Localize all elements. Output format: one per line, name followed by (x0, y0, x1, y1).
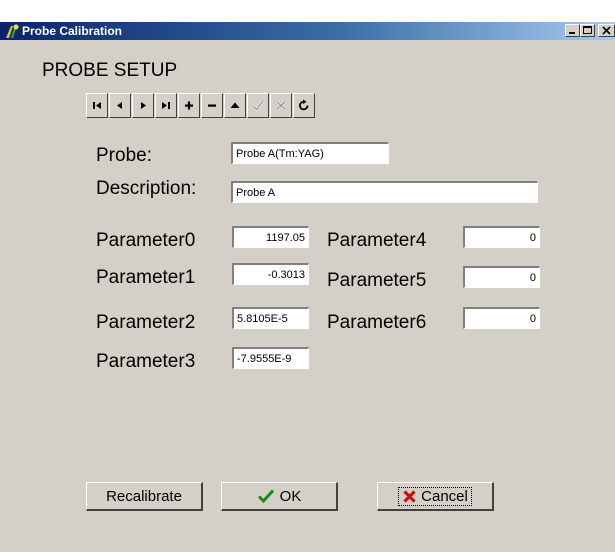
parameter4-label: Parameter4 (327, 230, 427, 251)
parameter2-field[interactable] (232, 307, 309, 329)
first-icon (93, 102, 101, 109)
parameter3-field[interactable] (232, 347, 309, 369)
refresh-button[interactable] (293, 93, 315, 118)
parameter5-label: Parameter5 (327, 270, 427, 291)
probe-label: Probe: (96, 145, 152, 166)
maximize-button[interactable] (580, 24, 595, 37)
next-record-button[interactable] (132, 93, 154, 118)
ok-label: OK (279, 487, 302, 505)
x-icon (403, 489, 416, 503)
edit-record-button[interactable] (224, 93, 246, 118)
ok-button[interactable]: OK (221, 482, 338, 511)
recalibrate-button[interactable]: Recalibrate (86, 482, 203, 511)
prior-record-button[interactable] (109, 93, 131, 118)
post-record-button[interactable] (247, 93, 269, 118)
parameter0-field[interactable] (232, 226, 309, 248)
up-triangle-icon (230, 102, 240, 108)
parameter1-field[interactable] (232, 263, 309, 285)
parameter0-label: Parameter0 (96, 230, 196, 251)
description-field[interactable] (231, 181, 538, 203)
close-button[interactable] (598, 24, 615, 37)
parameter1-label: Parameter1 (96, 267, 196, 288)
parameter6-field[interactable] (463, 307, 540, 329)
first-record-button[interactable] (86, 93, 108, 118)
last-icon (162, 102, 170, 109)
insert-record-button[interactable] (178, 93, 200, 118)
last-record-button[interactable] (155, 93, 177, 118)
parameter6-label: Parameter6 (327, 312, 427, 333)
parameter2-label: Parameter2 (96, 312, 196, 333)
minimize-button[interactable] (565, 24, 580, 37)
plus-icon (185, 101, 193, 110)
db-navigator (86, 93, 316, 118)
window-title: Probe Calibration (22, 24, 123, 38)
cancel-edit-button[interactable] (270, 93, 292, 118)
page-title: PROBE SETUP (42, 60, 178, 81)
focus-ring: Cancel (398, 486, 472, 506)
checkmark-icon (257, 489, 274, 504)
refresh-icon (299, 99, 309, 111)
prior-icon (117, 102, 122, 109)
checkmark-icon (252, 100, 264, 112)
cancel-button[interactable]: Cancel (377, 482, 494, 511)
recalibrate-label: Recalibrate (106, 487, 182, 505)
title-bar[interactable]: Probe Calibration (0, 22, 615, 40)
minus-icon (208, 104, 216, 107)
parameter3-label: Parameter3 (96, 351, 196, 372)
parameter5-field[interactable] (463, 266, 540, 288)
probe-field[interactable] (231, 142, 389, 164)
description-label: Description: (96, 178, 197, 199)
app-icon (4, 23, 20, 39)
x-icon (276, 101, 286, 110)
cancel-label: Cancel (421, 487, 468, 505)
parameter4-field[interactable] (463, 226, 540, 248)
next-icon (141, 102, 146, 109)
delete-record-button[interactable] (201, 93, 223, 118)
